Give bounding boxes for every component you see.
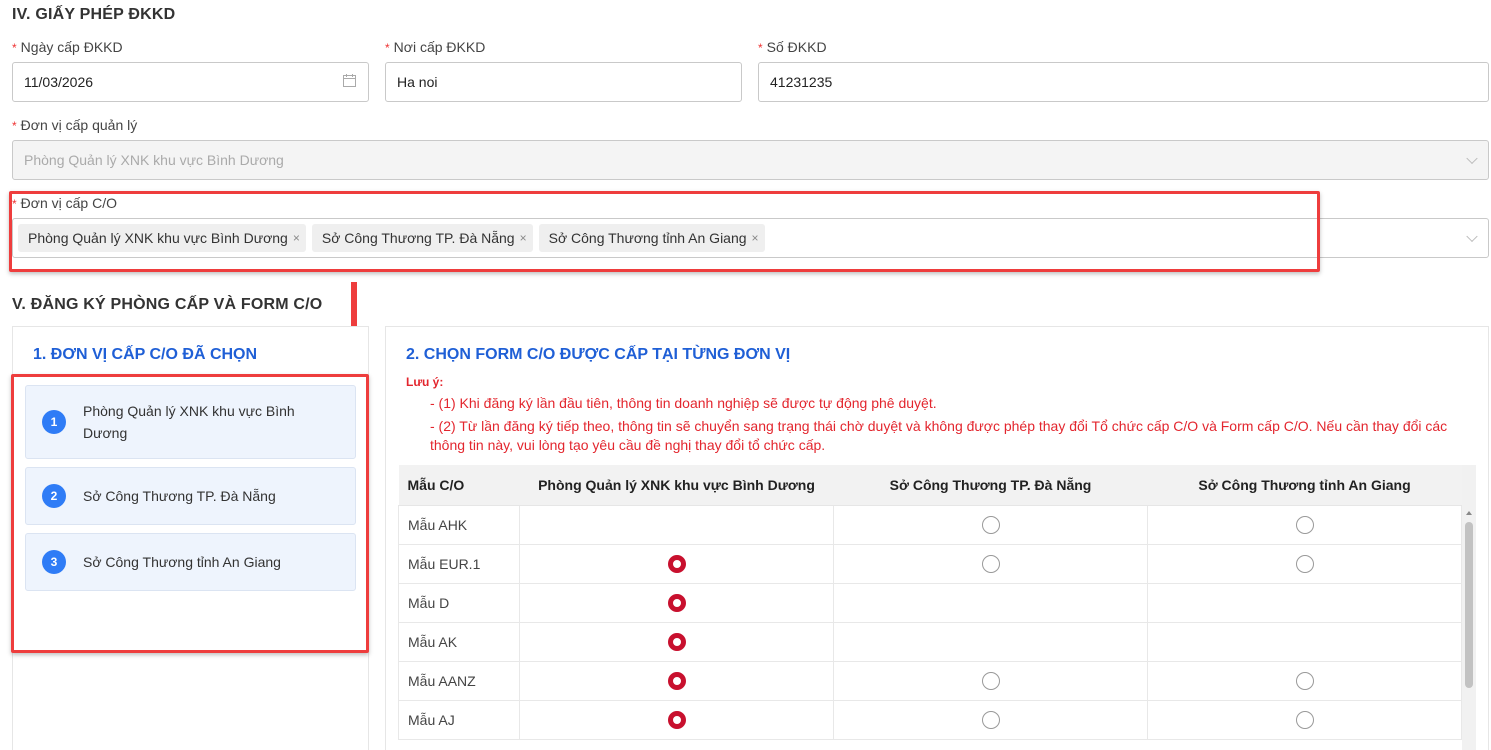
table-row: Mẫu AANZ	[398, 661, 1462, 701]
radio-unchecked[interactable]	[981, 671, 1000, 690]
scroll-up-icon[interactable]	[1466, 511, 1472, 515]
table-row: Mẫu AJ	[398, 700, 1462, 740]
form-unit-cell	[519, 661, 834, 701]
required-mark: *	[12, 41, 17, 55]
note-line: thông tin này, vui lòng tạo yêu cầu đề n…	[430, 437, 826, 453]
radio-checked[interactable]	[667, 593, 686, 612]
tag-remove-icon[interactable]: ×	[293, 231, 300, 245]
section-title-registration: V. ĐĂNG KÝ PHÒNG CẤP VÀ FORM C/O	[12, 296, 323, 313]
co-units-label: * Đơn vị cấp C/O	[12, 195, 117, 211]
selected-unit-name: Phòng Quản lý XNK khu vực Bình Dương	[83, 403, 295, 441]
radio-checked[interactable]	[667, 554, 686, 573]
column-header: Phòng Quản lý XNK khu vực Bình Dương	[519, 465, 834, 506]
form-unit-cell	[833, 505, 1148, 545]
radio-checked[interactable]	[667, 632, 686, 651]
radio-unchecked[interactable]	[1295, 710, 1314, 729]
license-number-label: * Số ĐKKD	[758, 39, 827, 55]
selected-unit-name: Sở Công Thương TP. Đà Nẵng	[83, 488, 276, 504]
calendar-icon[interactable]	[343, 74, 356, 90]
managing-unit-select: Phòng Quản lý XNK khu vực Bình Dương	[12, 140, 1489, 180]
radio-checked[interactable]	[667, 671, 686, 690]
managing-unit-label: * Đơn vị cấp quản lý	[12, 117, 138, 133]
co-forms-table: Mẫu C/O Phòng Quản lý XNK khu vực Bình D…	[398, 465, 1462, 740]
form-unit-cell	[519, 544, 834, 584]
radio-unchecked[interactable]	[1295, 554, 1314, 573]
note-title: Lưu ý:	[406, 375, 444, 389]
form-name-cell: Mẫu AK	[398, 622, 520, 662]
form-name-cell: Mẫu D	[398, 583, 520, 623]
license-number-input[interactable]: 41231235	[758, 62, 1489, 102]
scrollbar-thumb[interactable]	[1465, 522, 1473, 688]
form-unit-cell	[1147, 622, 1462, 662]
form-unit-cell	[519, 583, 834, 623]
note-line: - (2) Từ lần đăng ký tiếp theo, thông ti…	[430, 418, 1448, 434]
radio-unchecked[interactable]	[1295, 515, 1314, 534]
section-title-business-license: IV. GIẤY PHÉP ĐKKD	[12, 6, 176, 23]
selected-units-title: 1. ĐƠN VỊ CẤP C/O ĐÃ CHỌN	[33, 346, 258, 363]
form-unit-cell	[519, 505, 834, 545]
number-badge: 1	[42, 410, 66, 434]
note-line: - (1) Khi đăng ký lần đầu tiên, thông ti…	[430, 395, 937, 411]
table-row: Mẫu AK	[398, 622, 1462, 662]
chevron-down-icon[interactable]	[1466, 230, 1478, 243]
form-unit-cell	[833, 700, 1148, 740]
number-badge: 3	[42, 550, 66, 574]
issue-date-input[interactable]: 11/03/2026	[12, 62, 369, 102]
selected-unit-item[interactable]: 3 Sở Công Thương tỉnh An Giang	[25, 533, 356, 591]
form-unit-cell	[833, 622, 1148, 662]
table-scrollbar[interactable]	[1462, 465, 1476, 750]
co-units-multiselect[interactable]: Phòng Quản lý XNK khu vực Bình Dương × Sở…	[12, 218, 1489, 258]
issue-place-input[interactable]: Ha noi	[385, 62, 742, 102]
form-unit-cell	[519, 622, 834, 662]
table-header-row: Mẫu C/O Phòng Quản lý XNK khu vực Bình D…	[398, 465, 1462, 506]
table-row: Mẫu EUR.1	[398, 544, 1462, 584]
selected-unit-name: Sở Công Thương tỉnh An Giang	[83, 554, 281, 570]
form-name-cell: Mẫu AHK	[398, 505, 520, 545]
column-header: Sở Công Thương TP. Đà Nẵng	[833, 465, 1148, 506]
form-unit-cell	[519, 700, 834, 740]
tag-remove-icon[interactable]: ×	[520, 231, 527, 245]
form-unit-cell	[833, 661, 1148, 701]
selected-unit-item[interactable]: 1 Phòng Quản lý XNK khu vực Bình Dương	[25, 385, 356, 459]
form-name-cell: Mẫu EUR.1	[398, 544, 520, 584]
radio-unchecked[interactable]	[981, 554, 1000, 573]
table-row: Mẫu D	[398, 583, 1462, 623]
radio-unchecked[interactable]	[981, 710, 1000, 729]
radio-unchecked[interactable]	[981, 515, 1000, 534]
tag-co-unit: Sở Công Thương TP. Đà Nẵng ×	[311, 224, 533, 252]
form-name-cell: Mẫu AANZ	[398, 661, 520, 701]
column-header: Sở Công Thương tỉnh An Giang	[1147, 465, 1462, 506]
table-row: Mẫu AHK	[398, 505, 1462, 545]
column-header: Mẫu C/O	[398, 465, 520, 506]
number-badge: 2	[42, 484, 66, 508]
tag-co-unit: Phòng Quản lý XNK khu vực Bình Dương ×	[18, 224, 306, 252]
chevron-down-icon	[1466, 152, 1478, 165]
form-unit-cell	[1147, 583, 1462, 623]
forms-panel-title: 2. CHỌN FORM C/O ĐƯỢC CẤP TẠI TỪNG ĐƠN V…	[406, 346, 791, 363]
issue-place-label: * Nơi cấp ĐKKD	[385, 39, 486, 55]
form-unit-cell	[1147, 700, 1462, 740]
form-unit-cell	[833, 544, 1148, 584]
form-unit-cell	[1147, 505, 1462, 545]
form-unit-cell	[1147, 661, 1462, 701]
form-unit-cell	[833, 583, 1148, 623]
selected-unit-item[interactable]: 2 Sở Công Thương TP. Đà Nẵng	[25, 467, 356, 525]
radio-checked[interactable]	[667, 710, 686, 729]
table-body: Mẫu AHK Mẫu EUR.1 Mẫu D Mẫu AK Mẫu AANZ Mẫu A…	[398, 505, 1462, 740]
radio-unchecked[interactable]	[1295, 671, 1314, 690]
issue-date-label: * Ngày cấp ĐKKD	[12, 39, 123, 55]
tag-remove-icon[interactable]: ×	[752, 231, 759, 245]
tag-co-unit: Sở Công Thương tỉnh An Giang ×	[538, 224, 765, 252]
form-name-cell: Mẫu AJ	[398, 700, 520, 740]
form-unit-cell	[1147, 544, 1462, 584]
